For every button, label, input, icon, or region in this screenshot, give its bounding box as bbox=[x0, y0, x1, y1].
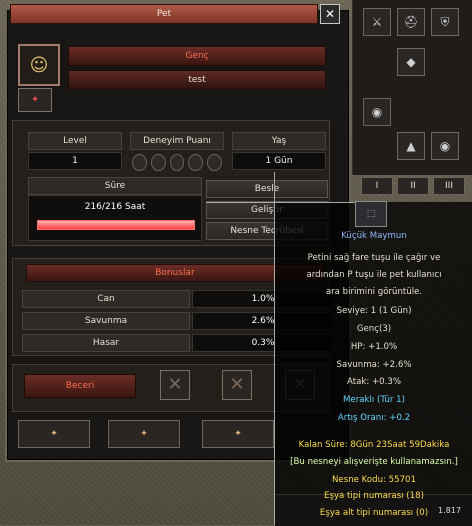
duration-label: Süre bbox=[28, 177, 202, 195]
weapon-slot[interactable]: ⚔ bbox=[363, 8, 391, 36]
tab-info[interactable]: ✦ bbox=[18, 420, 90, 448]
bonus-name: Savunma bbox=[22, 312, 190, 330]
bottom-value: 1.817 bbox=[438, 506, 461, 515]
window-title: Pet bbox=[10, 4, 318, 24]
duration-bar-fill bbox=[38, 221, 194, 229]
tooltip-atk: Atak: +0.3% bbox=[346, 377, 401, 387]
inventory-panel: ⚔ ⛑ ⛨ ◆ ◉ ▲ ◉ I II III bbox=[352, 0, 472, 195]
tooltip-growth: Artış Oranı: +0.2 bbox=[337, 413, 411, 423]
summon-icon[interactable]: ✦ bbox=[18, 88, 52, 112]
tooltip-item-type: Eşya tipi numarası (18) bbox=[324, 491, 424, 501]
inventory-tab-3[interactable]: III bbox=[433, 177, 465, 195]
bonus-name: Can bbox=[22, 290, 190, 308]
tooltip-item-name: Küçük Maymun bbox=[341, 231, 407, 241]
duration-box: 216/216 Saat bbox=[28, 195, 202, 241]
boots-slot[interactable]: ▲ bbox=[397, 132, 425, 160]
pet-owner: test bbox=[68, 70, 326, 90]
tooltip-item-icon: ⬚ bbox=[355, 201, 387, 227]
tooltip-curious: Meraklı (Tür 1) bbox=[343, 395, 405, 405]
tooltip-hp: HP: +1.0% bbox=[350, 342, 398, 352]
pet-avatar: ☺ bbox=[18, 44, 60, 86]
inventory-tab-1[interactable]: I bbox=[361, 177, 393, 195]
skill-slot-1[interactable]: ✕ bbox=[160, 370, 190, 400]
duration-value: 216/216 Saat bbox=[84, 202, 146, 212]
exp-dot bbox=[150, 154, 166, 171]
age-value: 1 Gün bbox=[232, 152, 326, 170]
tooltip-def: Savunma: +2.6% bbox=[336, 360, 412, 370]
tooltip-shop-note: [Bu nesneyi alışverişte kullanamazsın.] bbox=[290, 457, 458, 467]
exp-label: Deneyim Puanı bbox=[130, 132, 224, 150]
tooltip-stage: Genç(3) bbox=[356, 324, 392, 334]
armor-slot[interactable]: ◆ bbox=[397, 48, 425, 76]
bonus-name: Hasar bbox=[22, 334, 190, 352]
tooltip-item-code: Nesne Kodu: 55701 bbox=[332, 475, 416, 485]
tab-skills[interactable]: ✦ bbox=[108, 420, 180, 448]
tab-feed[interactable]: ✦ bbox=[202, 420, 274, 448]
bonus-row: Can 1.0% bbox=[22, 290, 334, 308]
level-label: Level bbox=[28, 132, 122, 150]
tooltip-remaining: Kalan Süre: 8Gün 23Saat 59Dakika bbox=[298, 440, 450, 450]
bonus-row: Hasar 0.3% bbox=[22, 334, 334, 352]
inventory-tab-2[interactable]: II bbox=[397, 177, 429, 195]
tooltip-desc-2: ardından P tuşu ile pet kullanıcı bbox=[306, 270, 442, 280]
tooltip-desc-1: Petini sağ fare tuşu ile çağır ve bbox=[307, 253, 441, 263]
bonus-row: Savunma 2.6% bbox=[22, 312, 334, 330]
age-label: Yaş bbox=[232, 132, 326, 150]
shield-slot[interactable]: ⛨ bbox=[431, 8, 459, 36]
tooltip-level: Seviye: 1 (1 Gün) bbox=[336, 306, 412, 316]
duration-bar bbox=[37, 220, 195, 230]
exp-dot bbox=[188, 154, 204, 171]
ring-slot[interactable]: ◉ bbox=[363, 98, 391, 126]
exp-dot bbox=[132, 154, 147, 171]
exp-dot bbox=[207, 154, 222, 171]
tooltip-vertical-line bbox=[274, 172, 275, 525]
ring2-slot[interactable]: ◉ bbox=[431, 132, 459, 160]
pet-name: Genç bbox=[68, 46, 326, 66]
tooltip-desc-3: ara birimini görüntüle. bbox=[325, 287, 423, 297]
tooltip-horizontal-line bbox=[206, 202, 356, 203]
level-value: 1 bbox=[28, 152, 122, 170]
skill-slot-2[interactable]: ✕ bbox=[222, 370, 252, 400]
exp-dots bbox=[132, 154, 222, 171]
head-slot[interactable]: ⛑ bbox=[397, 8, 425, 36]
close-button[interactable]: ✕ bbox=[320, 4, 340, 24]
skill-title: Beceri bbox=[24, 374, 136, 398]
exp-dot bbox=[169, 154, 185, 171]
feed-button[interactable]: Besle bbox=[206, 180, 328, 198]
